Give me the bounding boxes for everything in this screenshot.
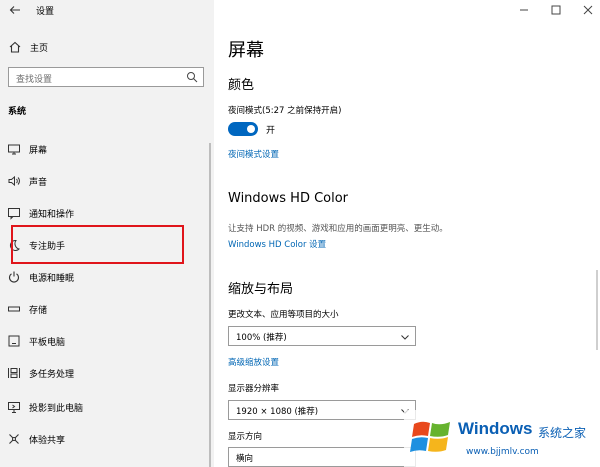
toggle-state-label: 开 xyxy=(266,126,276,136)
resolution-label: 显示器分辨率 xyxy=(228,384,280,394)
sidebar-item-label: 屏幕 xyxy=(29,146,48,156)
night-mode-label: 夜间模式(5:27 之前保持开启) xyxy=(228,106,342,116)
project-icon xyxy=(8,402,20,413)
section-label: 系统 xyxy=(8,107,27,117)
main-scrollbar[interactable] xyxy=(596,270,598,350)
watermark: Windows 系统之家 www.bjjmlv.com xyxy=(404,410,600,467)
search-input[interactable]: 查找设置 xyxy=(8,67,204,87)
scale-dropdown[interactable]: 100% (推荐) xyxy=(228,326,416,346)
windows-logo-icon xyxy=(410,421,450,452)
notification-icon xyxy=(8,208,20,220)
tablet-icon xyxy=(8,335,20,347)
sidebar-item-notifications[interactable]: 通知和操作 xyxy=(0,203,214,223)
sidebar-item-label: 声音 xyxy=(29,178,48,188)
home-label: 主页 xyxy=(30,43,49,54)
night-mode-toggle[interactable] xyxy=(228,122,258,136)
sidebar-item-label: 电源和睡眠 xyxy=(29,274,75,284)
watermark-brand: Windows xyxy=(458,419,533,438)
storage-icon xyxy=(8,306,20,312)
sidebar-scrollbar[interactable] xyxy=(209,143,211,467)
hd-color-description: 让支持 HDR 的视频、游戏和应用的画面更明亮、更生动。 xyxy=(228,224,448,234)
sidebar-item-display[interactable]: 屏幕 xyxy=(0,139,214,159)
highlight-box xyxy=(11,225,184,264)
sidebar-item-power[interactable]: 电源和睡眠 xyxy=(0,267,214,287)
sidebar-item-label: 平板电脑 xyxy=(29,338,66,348)
resolution-value: 1920 × 1080 (推荐) xyxy=(236,407,319,417)
chevron-down-icon xyxy=(401,335,409,340)
search-placeholder: 查找设置 xyxy=(16,75,53,85)
app-title: 设置 xyxy=(36,7,55,17)
sidebar-item-shared-experiences[interactable]: 体验共享 xyxy=(0,429,214,449)
orientation-value: 横向 xyxy=(236,454,254,464)
toggle-knob xyxy=(247,125,255,133)
home-nav[interactable]: 主页 xyxy=(8,39,48,55)
page-title: 屏幕 xyxy=(228,40,264,61)
power-icon xyxy=(9,271,19,283)
sidebar-item-sound[interactable]: 声音 xyxy=(0,171,214,191)
search-icon[interactable] xyxy=(186,71,198,83)
speaker-icon xyxy=(8,175,20,187)
watermark-brand-cn: 系统之家 xyxy=(538,426,587,440)
sidebar-item-label: 存储 xyxy=(29,306,48,316)
orientation-dropdown[interactable]: 横向 xyxy=(228,447,416,467)
color-heading: 颜色 xyxy=(228,78,255,93)
sidebar-item-label: 体验共享 xyxy=(29,436,66,446)
sidebar-item-multitasking[interactable]: 多任务处理 xyxy=(0,363,214,383)
home-icon xyxy=(9,41,21,53)
advanced-scaling-link[interactable]: 高级缩放设置 xyxy=(228,356,279,368)
sidebar-item-label: 多任务处理 xyxy=(29,370,75,380)
main-content: 屏幕 颜色 夜间模式(5:27 之前保持开启) 开 夜间模式设置 Windows… xyxy=(214,0,600,467)
scale-value: 100% (推荐) xyxy=(236,333,287,343)
hd-color-heading: Windows HD Color xyxy=(228,191,349,206)
sidebar-item-label: 通知和操作 xyxy=(29,210,75,220)
shared-experience-icon xyxy=(9,434,19,444)
sidebar-item-label: 投影到此电脑 xyxy=(29,404,84,414)
watermark-url: www.bjjmlv.com xyxy=(466,447,539,457)
multitask-icon xyxy=(8,368,20,378)
night-mode-settings-link[interactable]: 夜间模式设置 xyxy=(228,148,279,160)
resolution-dropdown[interactable]: 1920 × 1080 (推荐) xyxy=(228,400,416,420)
scale-layout-heading: 缩放与布局 xyxy=(228,282,294,297)
sidebar-item-project[interactable]: 投影到此电脑 xyxy=(0,397,214,417)
scale-label: 更改文本、应用等项目的大小 xyxy=(228,310,339,320)
monitor-icon xyxy=(8,144,20,155)
sidebar-item-storage[interactable]: 存储 xyxy=(0,299,214,319)
orientation-label: 显示方向 xyxy=(228,432,263,442)
hd-color-settings-link[interactable]: Windows HD Color 设置 xyxy=(228,238,326,250)
back-arrow-icon[interactable] xyxy=(8,3,22,17)
sidebar-item-tablet[interactable]: 平板电脑 xyxy=(0,331,214,351)
